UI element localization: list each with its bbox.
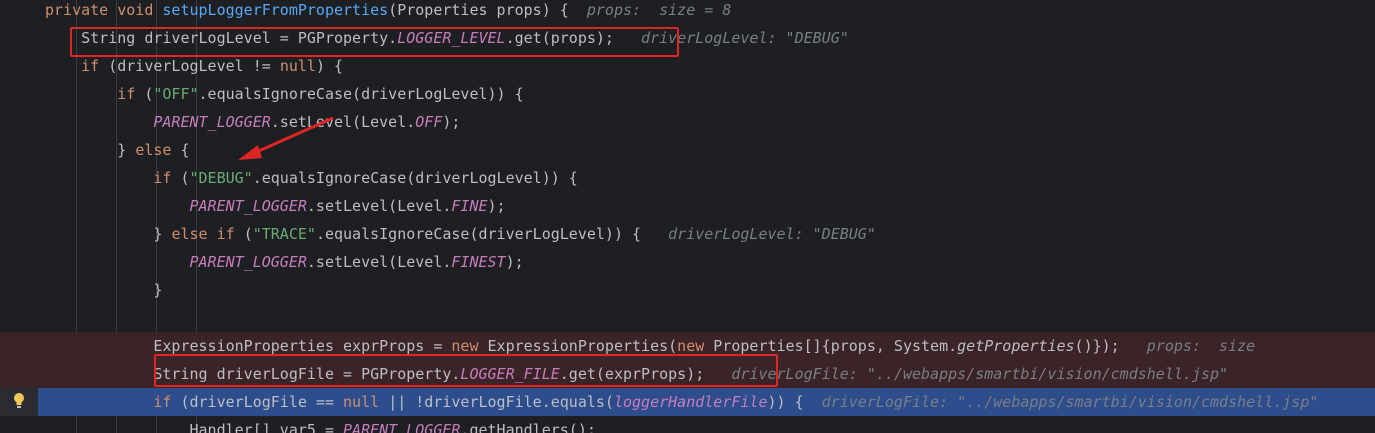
arrow-annotation <box>238 116 334 160</box>
code-editor[interactable]: private void setupLoggerFromProperties(P… <box>0 0 1375 433</box>
